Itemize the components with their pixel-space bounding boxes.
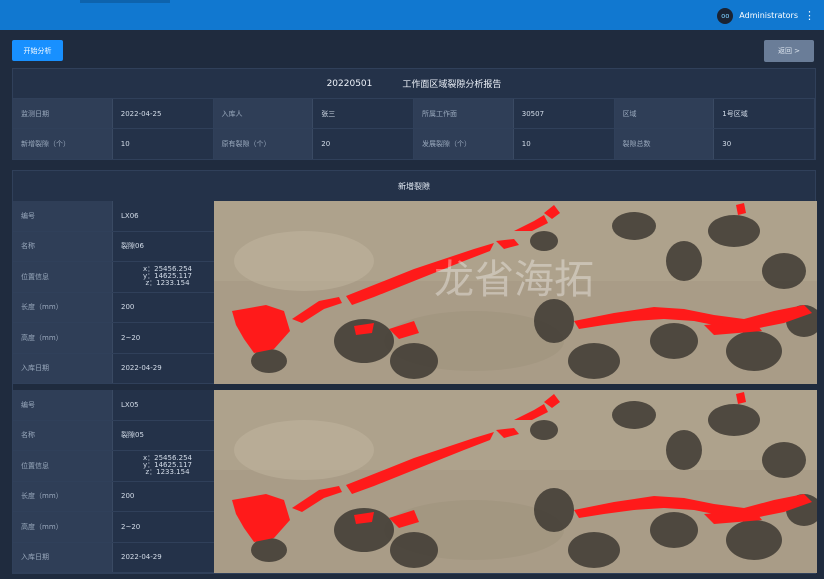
field-label: 编号: [13, 201, 113, 231]
info-value: 1号区域: [714, 99, 815, 128]
report-row-2: 新增裂隙（个） 10 原有裂隙（个） 20 发展裂隙（个） 10 裂隙总数 30: [13, 129, 815, 159]
field-label: 入库日期: [13, 353, 113, 383]
user-menu[interactable]: oo Administrators ⋮: [717, 7, 815, 24]
coord-z: z：1233.154: [145, 468, 190, 477]
report-title-text: 工作面区域裂隙分析报告: [402, 80, 502, 90]
info-label: 发展裂隙（个）: [414, 129, 514, 159]
avatar-icon[interactable]: oo: [717, 7, 734, 24]
start-analysis-button[interactable]: 开始分析: [12, 40, 63, 61]
report-panel: 20220501 工作面区域裂隙分析报告 监测日期 2022-04-25 入库人…: [12, 68, 816, 160]
table-row: 编号 LX05: [13, 390, 214, 421]
crack-record: 编号 LX05 名称 裂隙05 位置信息 x：25456.254 y：14625…: [13, 390, 817, 573]
crack-length: 200: [121, 492, 135, 501]
field-label: 高度（mm）: [13, 323, 113, 353]
table-row: 入库日期 2022-04-29: [13, 353, 214, 384]
table-row: 编号 LX06: [13, 201, 214, 232]
report-date: 20220501: [326, 78, 373, 89]
table-row: 名称 裂隙06: [13, 231, 214, 262]
field-label: 长度（mm）: [13, 481, 113, 511]
table-row: 名称 裂隙05: [13, 420, 214, 451]
field-label: 入库日期: [13, 542, 113, 572]
crack-date: 2022-04-29: [121, 364, 162, 373]
table-row: 入库日期 2022-04-29: [13, 542, 214, 573]
crack-id: LX05: [121, 400, 139, 409]
info-value: 30507: [514, 99, 615, 128]
crack-detail-table: 编号 LX05 名称 裂隙05 位置信息 x：25456.254 y：14625…: [13, 390, 214, 573]
info-label: 原有裂隙（个）: [213, 129, 314, 159]
table-row: 高度（mm） 2~20: [13, 512, 214, 543]
field-label: 名称: [13, 420, 113, 450]
new-cracks-section: 新增裂隙 编号 LX06 名称 裂隙06 位置信息 x：25456.254 y：…: [12, 170, 817, 574]
table-row: 高度（mm） 2~20: [13, 323, 214, 354]
crack-record: 编号 LX06 名称 裂隙06 位置信息 x：25456.254 y：14625…: [13, 201, 817, 384]
field-label: 长度（mm）: [13, 292, 113, 322]
info-label: 入库人: [213, 99, 314, 128]
report-row-1: 监测日期 2022-04-25 入库人 张三 所属工作面 30507 区域 1号…: [13, 99, 815, 129]
table-row: 长度（mm） 200: [13, 292, 214, 323]
kebab-menu-icon[interactable]: ⋮: [804, 10, 815, 21]
crack-name: 裂隙05: [121, 431, 144, 440]
info-label: 所属工作面: [414, 99, 514, 128]
active-tab-indicator: [80, 0, 170, 3]
info-label: 新增裂隙（个）: [13, 129, 113, 159]
crack-position: x：25456.254 y：14625.117 z：1233.154: [113, 451, 214, 481]
coord-z: z：1233.154: [145, 279, 190, 288]
crack-length: 200: [121, 303, 135, 312]
field-label: 编号: [13, 390, 113, 420]
table-row: 位置信息 x：25456.254 y：14625.117 z：1233.154: [13, 451, 214, 482]
top-bar: oo Administrators ⋮: [0, 0, 824, 30]
crack-aerial-image[interactable]: 龙省海拓: [214, 201, 817, 384]
info-label: 区域: [614, 99, 715, 128]
crack-aerial-image[interactable]: [214, 390, 817, 573]
table-row: 长度（mm） 200: [13, 481, 214, 512]
user-name[interactable]: Administrators: [739, 11, 798, 20]
info-value: 10: [514, 129, 615, 159]
info-label: 裂隙总数: [614, 129, 715, 159]
field-label: 名称: [13, 231, 113, 261]
info-value: 30: [714, 129, 815, 159]
crack-id: LX06: [121, 211, 139, 220]
info-value: 张三: [313, 99, 414, 128]
field-label: 位置信息: [13, 451, 113, 481]
crack-detail-table: 编号 LX06 名称 裂隙06 位置信息 x：25456.254 y：14625…: [13, 201, 214, 384]
table-row: 位置信息 x：25456.254 y：14625.117 z：1233.154: [13, 262, 214, 293]
watermark-text: 龙省海拓: [434, 257, 594, 303]
info-value: 2022-04-25: [113, 99, 214, 128]
info-value: 10: [113, 129, 214, 159]
crack-name: 裂隙06: [121, 242, 144, 251]
crack-height: 2~20: [121, 333, 141, 342]
report-title: 20220501 工作面区域裂隙分析报告: [13, 69, 815, 99]
crack-position: x：25456.254 y：14625.117 z：1233.154: [113, 262, 214, 292]
info-value: 20: [313, 129, 414, 159]
crack-date: 2022-04-29: [121, 553, 162, 562]
back-button[interactable]: 返回 >: [764, 40, 814, 62]
field-label: 高度（mm）: [13, 512, 113, 542]
section-title: 新增裂隙: [398, 181, 430, 191]
crack-height: 2~20: [121, 522, 141, 531]
info-label: 监测日期: [13, 99, 113, 128]
field-label: 位置信息: [13, 262, 113, 292]
